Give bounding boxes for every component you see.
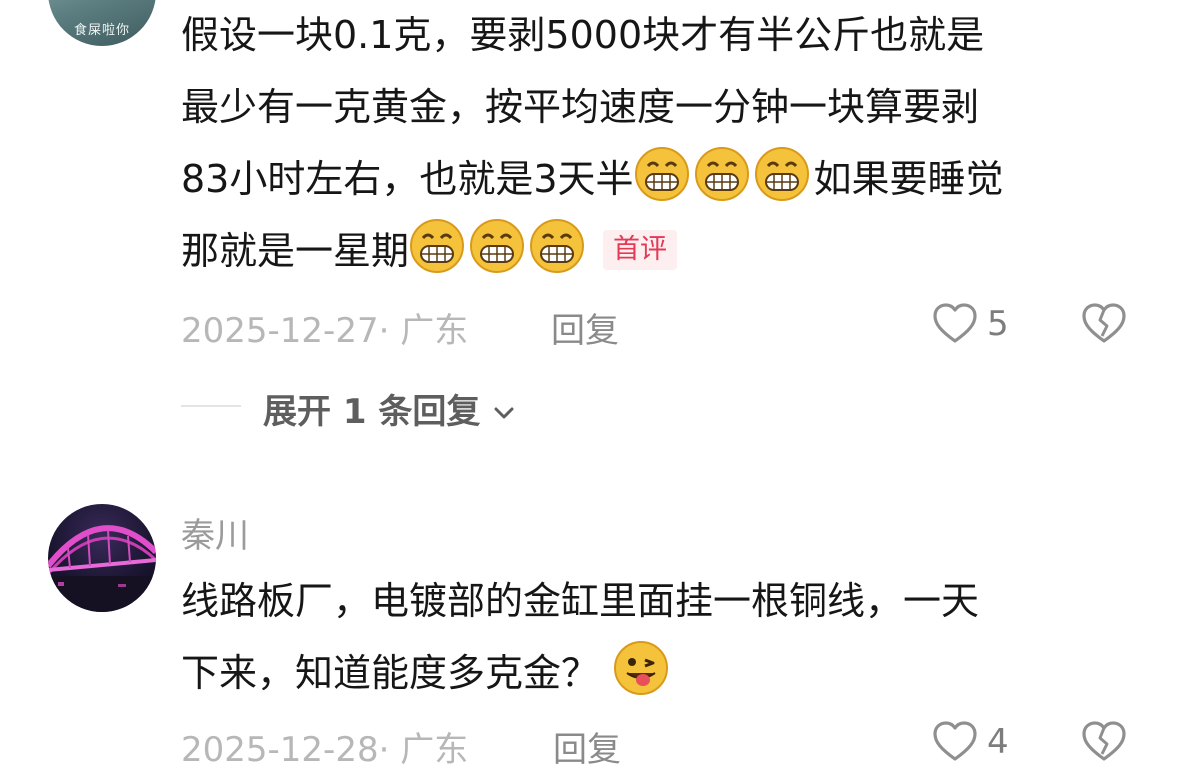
avatar-caption: 食屎啦你 (73, 23, 130, 38)
comment-date: 2025-12-27 (181, 311, 379, 351)
comment-text-segment: 那就是一星期 (181, 229, 410, 273)
heart-icon (933, 721, 977, 761)
wink-tongue-emoji-icon (614, 641, 669, 695)
comment-location: · 广东 (378, 730, 469, 770)
bridge-night-photo (48, 525, 156, 612)
comment-text-segment: 如果要睡觉 (813, 157, 1004, 201)
comment-text-line: 下来，知道能度多克金？ (181, 637, 673, 709)
divider (181, 405, 241, 407)
comment-text-line: 83小时左右，也就是3天半 如果要睡觉 (181, 143, 1004, 215)
grin-emoji-icon (530, 219, 585, 273)
comment-location: · 广东 (378, 311, 469, 351)
username[interactable]: 秦川 (181, 508, 249, 557)
dislike-button[interactable] (1080, 300, 1128, 348)
broken-heart-icon (1082, 721, 1126, 761)
expand-replies-label: 展开 1 条回复 (263, 392, 481, 432)
dislike-button[interactable] (1080, 718, 1128, 766)
comment-text-segment: 83小时左右，也就是3天半 (181, 157, 634, 201)
comment-meta: 2025-12-27· 广东 (181, 303, 468, 352)
grin-emoji-icon (634, 147, 689, 201)
comment-text-line: 那就是一星期 首评 (181, 215, 678, 287)
comment-text-segment: 下来，知道能度多克金？ (181, 651, 600, 695)
broken-heart-icon (1082, 303, 1126, 343)
heart-icon (933, 303, 977, 343)
grin-emoji-icon (410, 219, 465, 273)
comment-text-line: 最少有一克黄金，按平均速度一分钟一块算要剥 (181, 85, 980, 129)
expand-replies-button[interactable]: 展开 1 条回复 (263, 384, 517, 433)
like-button[interactable] (931, 718, 979, 766)
reply-button[interactable]: 回复 (553, 722, 621, 771)
avatar[interactable] (48, 504, 156, 612)
first-comment-badge: 首评 (603, 230, 678, 270)
avatar[interactable]: 食屎啦你 (48, 0, 156, 46)
like-button[interactable] (931, 300, 979, 348)
like-count: 5 (987, 304, 1009, 344)
comment-text-line: 线路板厂，电镀部的金缸里面挂一根铜线，一天 (181, 579, 980, 623)
grin-emoji-icon (470, 219, 525, 273)
like-count: 4 (987, 722, 1009, 762)
comment-text-line: 假设一块0.1克，要剥5000块才有半公斤也就是 (181, 13, 985, 57)
grin-emoji-icon (754, 147, 809, 201)
reply-button[interactable]: 回复 (551, 303, 619, 352)
grin-emoji-icon (694, 147, 749, 201)
comment-date: 2025-12-28 (181, 730, 379, 770)
chevron-down-icon (494, 407, 514, 419)
comment-meta: 2025-12-28· 广东 (181, 722, 468, 771)
